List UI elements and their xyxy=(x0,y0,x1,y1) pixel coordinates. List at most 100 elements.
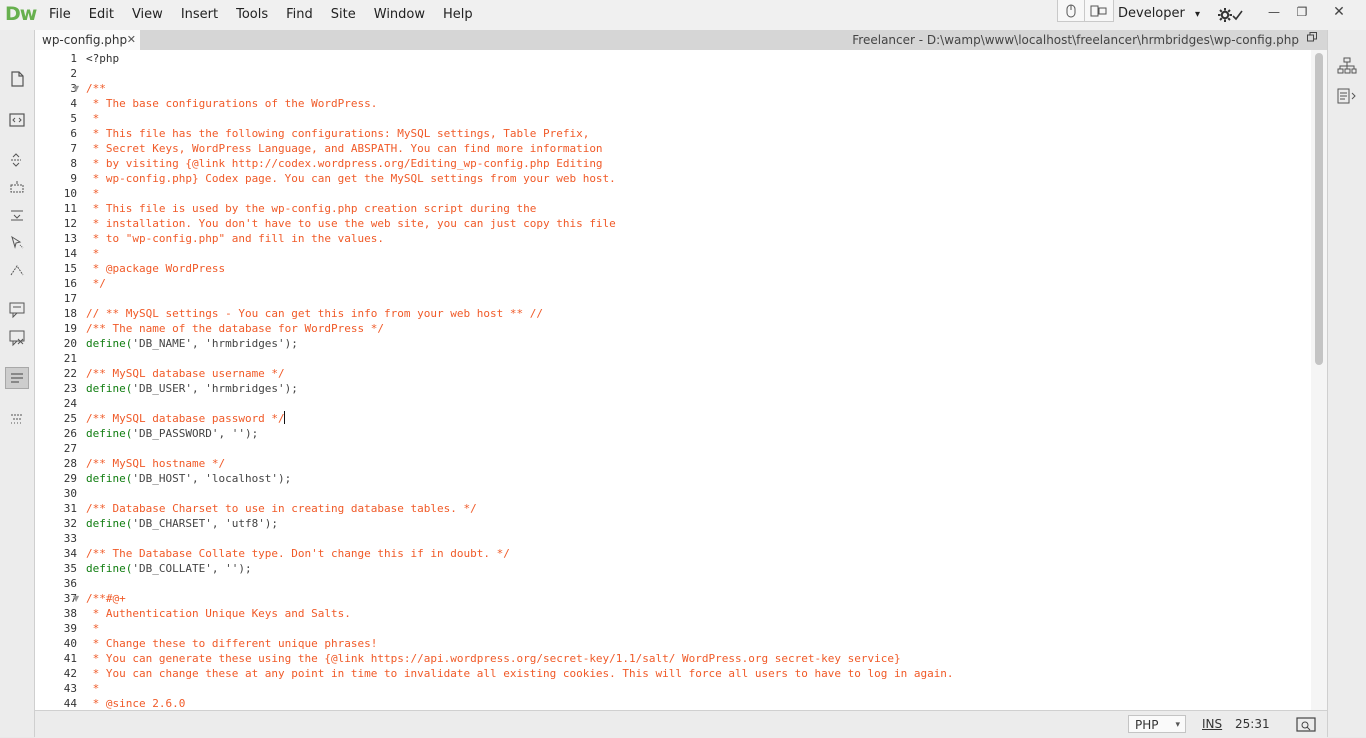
code-line[interactable]: * This file is used by the wp-config.php… xyxy=(86,201,537,216)
code-line[interactable]: define('DB_HOST', 'localhost'); xyxy=(86,471,291,486)
code-line[interactable]: <?php xyxy=(86,51,119,66)
code-line[interactable]: define('DB_PASSWORD', ''); xyxy=(86,426,258,441)
menu-window[interactable]: Window xyxy=(365,0,434,30)
code-line[interactable]: * xyxy=(86,186,100,201)
line-number: 8 xyxy=(70,157,77,170)
code-line[interactable]: * You can change these at any point in t… xyxy=(86,666,954,681)
code-line[interactable]: * The base configurations of the WordPre… xyxy=(86,96,378,111)
tab-label: wp-config.php xyxy=(42,33,128,47)
code-editor[interactable]: 1 2 3 ▼ 4 5 6 7 8 9 10 11 12 13 14 15 16 17 18 19 20 21 22 23 24… xyxy=(35,50,1327,710)
insert-mode-indicator[interactable]: INS xyxy=(1202,717,1222,731)
code-line[interactable]: * by visiting {@link http://codex.wordpr… xyxy=(86,156,603,171)
code-line[interactable]: define('DB_COLLATE', ''); xyxy=(86,561,252,576)
code-line[interactable]: * xyxy=(86,111,100,126)
code-line[interactable]: /**#@+ xyxy=(86,591,126,606)
code-line[interactable]: * This file has the following configurat… xyxy=(86,126,590,141)
code-line[interactable]: define('DB_CHARSET', 'utf8'); xyxy=(86,516,278,531)
minimize-button[interactable]: — xyxy=(1261,2,1287,22)
menu-list: File Edit View Insert Tools Find Site Wi… xyxy=(40,0,482,30)
workspace-switcher[interactable]: Developer ▾ xyxy=(1118,0,1200,30)
code-comment: * xyxy=(86,682,100,695)
code-line[interactable]: define('DB_NAME', 'hrmbridges'); xyxy=(86,336,298,351)
vertical-scrollbar[interactable] xyxy=(1311,50,1327,710)
code-text: 'DB_HOST', 'localhost'); xyxy=(132,472,292,485)
code-comment: /** MySQL database password */ xyxy=(86,412,285,425)
menu-insert[interactable]: Insert xyxy=(172,0,227,30)
code-line[interactable]: * You can generate these using the {@lin… xyxy=(86,651,901,666)
code-line[interactable]: * @package WordPress xyxy=(86,261,225,276)
line-number: 1 xyxy=(70,52,77,65)
menu-view[interactable]: View xyxy=(123,0,172,30)
code-line[interactable]: /** MySQL database password */ xyxy=(86,411,285,426)
code-comment: * You can change these at any point in t… xyxy=(86,667,954,680)
cursor-position: 25:31 xyxy=(1235,717,1270,731)
scrollbar-thumb[interactable] xyxy=(1315,53,1323,365)
code-line[interactable]: /** xyxy=(86,81,106,96)
code-inspector-icon[interactable] xyxy=(1336,85,1358,107)
menu-find[interactable]: Find xyxy=(277,0,322,30)
code-comment: * Authentication Unique Keys and Salts. xyxy=(86,607,351,620)
select-parent-tag-icon[interactable] xyxy=(5,231,29,253)
code-comment: * Secret Keys, WordPress Language, and A… xyxy=(86,142,603,155)
expand-all-icon[interactable] xyxy=(5,149,29,171)
code-line[interactable]: define('DB_USER', 'hrmbridges'); xyxy=(86,381,298,396)
gear-check-icon[interactable] xyxy=(1218,7,1244,27)
code-line[interactable]: * Secret Keys, WordPress Language, and A… xyxy=(86,141,603,156)
code-line[interactable]: * xyxy=(86,621,100,636)
code-line[interactable]: * Authentication Unique Keys and Salts. xyxy=(86,606,351,621)
line-number: 18 xyxy=(63,307,77,320)
code-comment: * xyxy=(86,622,100,635)
balance-braces-icon[interactable] xyxy=(5,259,29,281)
files-panel-icon[interactable] xyxy=(1336,55,1358,77)
document-type-select[interactable]: PHP ▾ xyxy=(1128,715,1186,733)
close-button[interactable]: ✕ xyxy=(1326,2,1352,22)
code-line[interactable]: * xyxy=(86,681,100,696)
line-number: 31 xyxy=(63,502,77,515)
restore-document-icon[interactable] xyxy=(1307,32,1317,45)
code-line[interactable]: * to "wp-config.php" and fill in the val… xyxy=(86,231,384,246)
code-line[interactable]: /** MySQL database username */ xyxy=(86,366,285,381)
code-line[interactable]: * installation. You don't have to use th… xyxy=(86,216,616,231)
code-line[interactable]: * xyxy=(86,246,100,261)
code-line[interactable]: * wp-config.php} Codex page. You can get… xyxy=(86,171,616,186)
apply-comment-icon[interactable] xyxy=(5,299,29,321)
new-document-icon[interactable] xyxy=(5,68,29,90)
fold-toggle-icon[interactable]: ▼ xyxy=(73,81,79,96)
line-number: 10 xyxy=(63,187,77,200)
close-tab-icon[interactable]: ✕ xyxy=(127,30,136,50)
menu-bar: Dw File Edit View Insert Tools Find Site… xyxy=(0,0,1366,31)
line-number: 15 xyxy=(63,262,77,275)
menu-file[interactable]: File xyxy=(40,0,80,30)
menu-help[interactable]: Help xyxy=(434,0,482,30)
sync-settings-button[interactable] xyxy=(1057,0,1085,22)
code-line[interactable]: // ** MySQL settings - You can get this … xyxy=(86,306,543,321)
line-number: 9 xyxy=(70,172,77,185)
tab-wp-config[interactable]: wp-config.php ✕ xyxy=(35,30,140,50)
restore-button[interactable]: ❐ xyxy=(1289,2,1315,22)
collapse-outside-icon[interactable] xyxy=(5,204,29,226)
live-preview-icon[interactable] xyxy=(1296,716,1316,733)
fold-toggle-icon[interactable]: ▼ xyxy=(73,591,79,606)
code-line[interactable]: * @since 2.6.0 xyxy=(86,696,186,710)
code-comment: * xyxy=(86,187,100,200)
code-view-icon[interactable] xyxy=(5,109,29,131)
device-preview-button[interactable] xyxy=(1084,0,1114,22)
code-line[interactable]: /** The Database Collate type. Don't cha… xyxy=(86,546,510,561)
word-wrap-icon[interactable] xyxy=(5,367,29,389)
code-line[interactable]: /** Database Charset to use in creating … xyxy=(86,501,477,516)
menu-tools[interactable]: Tools xyxy=(227,0,277,30)
code-line[interactable]: */ xyxy=(86,276,106,291)
code-comment: /** Database Charset to use in creating … xyxy=(86,502,477,515)
code-line[interactable]: /** MySQL hostname */ xyxy=(86,456,225,471)
format-source-icon[interactable] xyxy=(5,408,29,430)
collapse-selection-icon[interactable] xyxy=(5,177,29,199)
line-number: 26 xyxy=(63,427,77,440)
code-comment: * The base configurations of the WordPre… xyxy=(86,97,378,110)
menu-site[interactable]: Site xyxy=(322,0,365,30)
remove-comment-icon[interactable] xyxy=(5,327,29,349)
code-comment: /** MySQL hostname */ xyxy=(86,457,226,470)
code-line[interactable]: /** The name of the database for WordPre… xyxy=(86,321,384,336)
code-comment: * xyxy=(86,247,100,260)
code-line[interactable]: * Change these to different unique phras… xyxy=(86,636,378,651)
menu-edit[interactable]: Edit xyxy=(80,0,123,30)
